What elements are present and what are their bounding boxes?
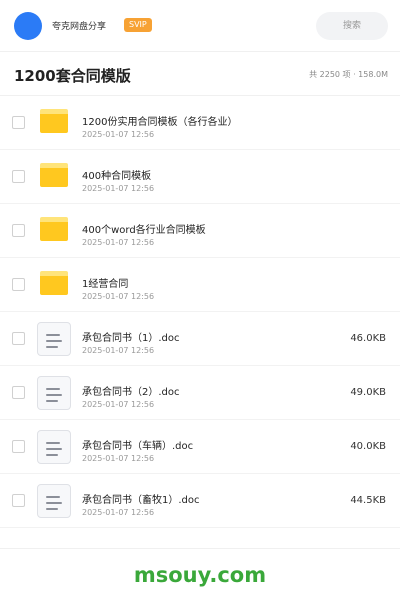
item-checkbox[interactable]	[12, 386, 25, 399]
item-name: 400种合同模板	[82, 171, 152, 182]
list-item[interactable]: 400个word各行业合同模板 2025-01-07 12:56	[0, 204, 400, 258]
document-icon	[37, 376, 71, 410]
watermark-text: msouy.com	[133, 563, 267, 587]
list-item[interactable]: 400种合同模板 2025-01-07 12:56	[0, 150, 400, 204]
file-list: 1200份实用合同模板（各行各业） 2025-01-07 12:56 400种合…	[0, 96, 400, 528]
item-checkbox[interactable]	[12, 224, 25, 237]
item-name: 400个word各行业合同模板	[82, 225, 206, 236]
document-icon	[37, 430, 71, 464]
item-checkbox[interactable]	[12, 494, 25, 507]
folder-icon	[40, 109, 68, 133]
list-item[interactable]: 承包合同书（车辆）.doc 2025-01-07 12:56 40.0KB	[0, 420, 400, 474]
item-size: 49.0KB	[350, 387, 386, 398]
item-name: 承包合同书（车辆）.doc	[82, 441, 194, 452]
item-date: 2025-01-07 12:56	[82, 238, 155, 247]
item-size: 46.0KB	[350, 333, 386, 344]
list-item[interactable]: 1经营合同 2025-01-07 12:56	[0, 258, 400, 312]
item-checkbox[interactable]	[12, 116, 25, 129]
item-checkbox[interactable]	[12, 278, 25, 291]
item-date: 2025-01-07 12:56	[82, 292, 155, 301]
document-icon	[37, 322, 71, 356]
item-summary: 共 2250 项 · 158.0M	[309, 70, 388, 79]
item-size: 40.0KB	[350, 441, 386, 452]
item-name: 承包合同书（畜牧1）.doc	[82, 495, 200, 506]
list-item[interactable]: 承包合同书（1）.doc 2025-01-07 12:56 46.0KB	[0, 312, 400, 366]
folder-icon	[40, 271, 68, 295]
folder-icon	[40, 217, 68, 241]
item-date: 2025-01-07 12:56	[82, 400, 155, 409]
item-date: 2025-01-07 12:56	[82, 508, 155, 517]
list-item[interactable]: 承包合同书（2）.doc 2025-01-07 12:56 49.0KB	[0, 366, 400, 420]
item-name: 1200份实用合同模板（各行各业）	[82, 117, 238, 128]
folder-icon	[40, 163, 68, 187]
item-name: 承包合同书（2）.doc	[82, 387, 180, 398]
top-bar: 夸克网盘分享 SVIP 搜索	[0, 0, 400, 52]
list-item[interactable]: 承包合同书（畜牧1）.doc 2025-01-07 12:56 44.5KB	[0, 474, 400, 528]
list-item[interactable]: 1200份实用合同模板（各行各业） 2025-01-07 12:56	[0, 96, 400, 150]
search-input[interactable]: 搜索	[316, 12, 388, 40]
item-date: 2025-01-07 12:56	[82, 454, 155, 463]
folder-header: 1200套合同模版 共 2250 项 · 158.0M	[0, 52, 400, 96]
item-date: 2025-01-07 12:56	[82, 130, 155, 139]
item-name: 1经营合同	[82, 279, 129, 290]
footer-bar: msouy.com	[0, 548, 400, 600]
item-size: 44.5KB	[350, 495, 386, 506]
item-date: 2025-01-07 12:56	[82, 184, 155, 193]
brand-name: 夸克网盘分享	[52, 22, 107, 32]
item-date: 2025-01-07 12:56	[82, 346, 155, 355]
document-icon	[37, 484, 71, 518]
item-name: 承包合同书（1）.doc	[82, 333, 180, 344]
item-checkbox[interactable]	[12, 170, 25, 183]
page-title: 1200套合同模版	[14, 67, 131, 85]
svip-badge: SVIP	[124, 18, 152, 32]
item-checkbox[interactable]	[12, 332, 25, 345]
item-checkbox[interactable]	[12, 440, 25, 453]
avatar[interactable]	[14, 12, 42, 40]
